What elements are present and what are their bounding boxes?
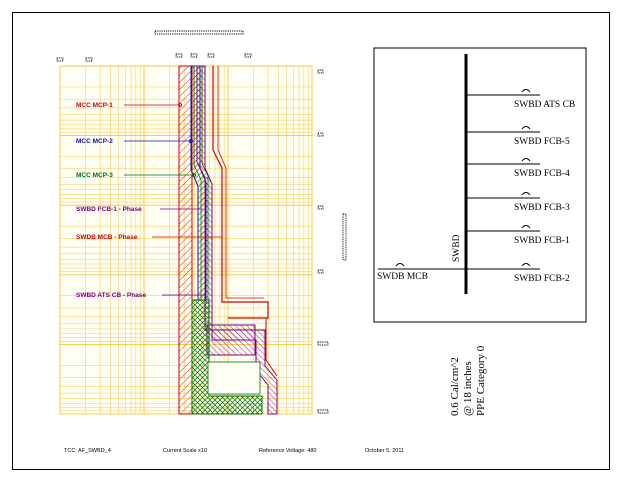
feeder-label: SWBD FCB-3: [514, 203, 570, 213]
arc-flash-line2: @ 18 inches: [462, 361, 474, 416]
main-label: SWDB MCB: [377, 272, 428, 282]
feeder-label: SWBD FCB-5: [514, 137, 570, 147]
feeder-label: SWBD FCB-2: [514, 274, 570, 284]
curve-ats-box: [206, 324, 256, 356]
footer-date: October 5, 2011: [365, 448, 404, 454]
footer-voltage: Reference Voltage: 480: [259, 448, 317, 454]
feeder-label: SWBD FCB-1: [514, 236, 570, 246]
curve-mcp1-band: [178, 65, 193, 415]
feeder-label: SWBD FCB-4: [514, 169, 570, 179]
drawing: MCC MCP-1 MCC MCP-2 MCC MCP-3 SWBD FCB-1…: [56, 30, 587, 454]
one-line-diagram: SWBD SWBD ATS CB SWBD FCB-5 SWBD FCB-4 SWBD…: [373, 47, 587, 323]
arc-flash-result: 0.6 Cal/cm^2 @ 18 inches PPE Category 0: [449, 345, 487, 416]
label-mcp1: MCC MCP-1: [76, 102, 113, 109]
label-ats: SWBD ATS CB - Phase: [76, 292, 146, 299]
label-mcb: SWDB MCB - Phase: [76, 234, 138, 241]
bus-label: SWBD: [452, 234, 462, 262]
footer-scale: Current Scale x10: [163, 448, 207, 454]
footer-tcc: TCC: AF_SWBD_4: [64, 448, 111, 454]
footer: TCC: AF_SWBD_4 Current Scale x10 Referen…: [64, 448, 404, 454]
label-mcp3: MCC MCP-3: [76, 172, 113, 179]
label-mcp2: MCC MCP-2: [76, 138, 113, 145]
arc-flash-line3: PPE Category 0: [475, 345, 487, 416]
arc-flash-line1: 0.6 Cal/cm^2: [449, 357, 461, 416]
tcc-title-marks: [154, 30, 244, 35]
feeder-label: SWBD ATS CB: [514, 100, 575, 110]
label-fcb1: SWBD FCB-1 - Phase: [76, 206, 142, 213]
